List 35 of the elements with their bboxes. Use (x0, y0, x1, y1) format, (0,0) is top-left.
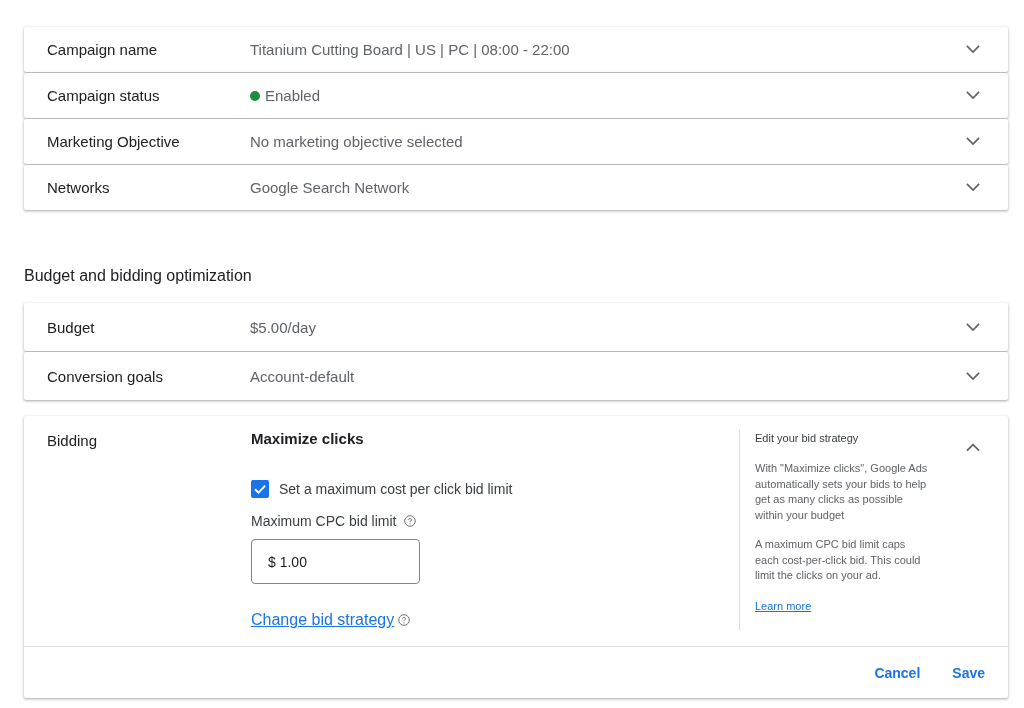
setting-label: Campaign name (47, 41, 159, 58)
learn-more-link[interactable]: Learn more (755, 598, 812, 614)
chevron-down-icon[interactable] (966, 371, 980, 381)
setting-value: Enabled (265, 87, 321, 104)
setting-label: Budget (47, 318, 96, 336)
setting-label: Campaign status (47, 87, 161, 104)
field-label: Maximum CPC bid limit (251, 513, 397, 529)
setting-value: Titanium Cutting Board | US | PC | 08:00 - 22:00 (250, 41, 570, 58)
action-button[interactable]: Save (944, 656, 993, 689)
setting-label: Networks (47, 179, 111, 196)
section-heading: Budget and bidding optimization (24, 266, 253, 286)
chevron-down-icon[interactable] (966, 137, 980, 146)
chevron-up-icon[interactable] (966, 443, 980, 452)
help-text: A maximum CPC bid limit caps each cost-per-click bid. This could limit the clicks on your ad. (755, 537, 922, 583)
setting-label: Bidding (47, 432, 98, 449)
chevron-down-icon[interactable] (966, 183, 980, 192)
setting-value: Google Search Network (250, 179, 410, 196)
help-icon[interactable] (404, 515, 417, 527)
setting-label: Conversion goals (47, 367, 164, 385)
bid-strategy-name: Maximize clicks (251, 429, 364, 449)
setting-value: No marketing objective selected (250, 133, 463, 150)
chevron-down-icon[interactable] (966, 45, 980, 54)
setting-label: Marketing Objective (47, 133, 181, 150)
help-icon[interactable] (398, 614, 411, 626)
checkbox-label: Set a maximum cost per click bid limit (279, 481, 513, 497)
action-button[interactable]: Cancel (866, 656, 929, 689)
bid-limit-input[interactable]: $ 1.00 (251, 539, 420, 584)
change-bid-strategy-link[interactable]: Change bid strategy (251, 611, 395, 629)
help-text: With "Maximize clicks", Google Ads automatically sets your bids to help get as many clicks as possible within your budget (755, 461, 929, 523)
help-title: Edit your bid strategy (755, 431, 859, 445)
checkbox[interactable] (251, 480, 269, 498)
setting-value: Account-default (250, 367, 355, 385)
setting-value: $5.00/day (250, 318, 316, 336)
chevron-down-icon[interactable] (966, 322, 980, 332)
chevron-down-icon[interactable] (966, 91, 980, 100)
